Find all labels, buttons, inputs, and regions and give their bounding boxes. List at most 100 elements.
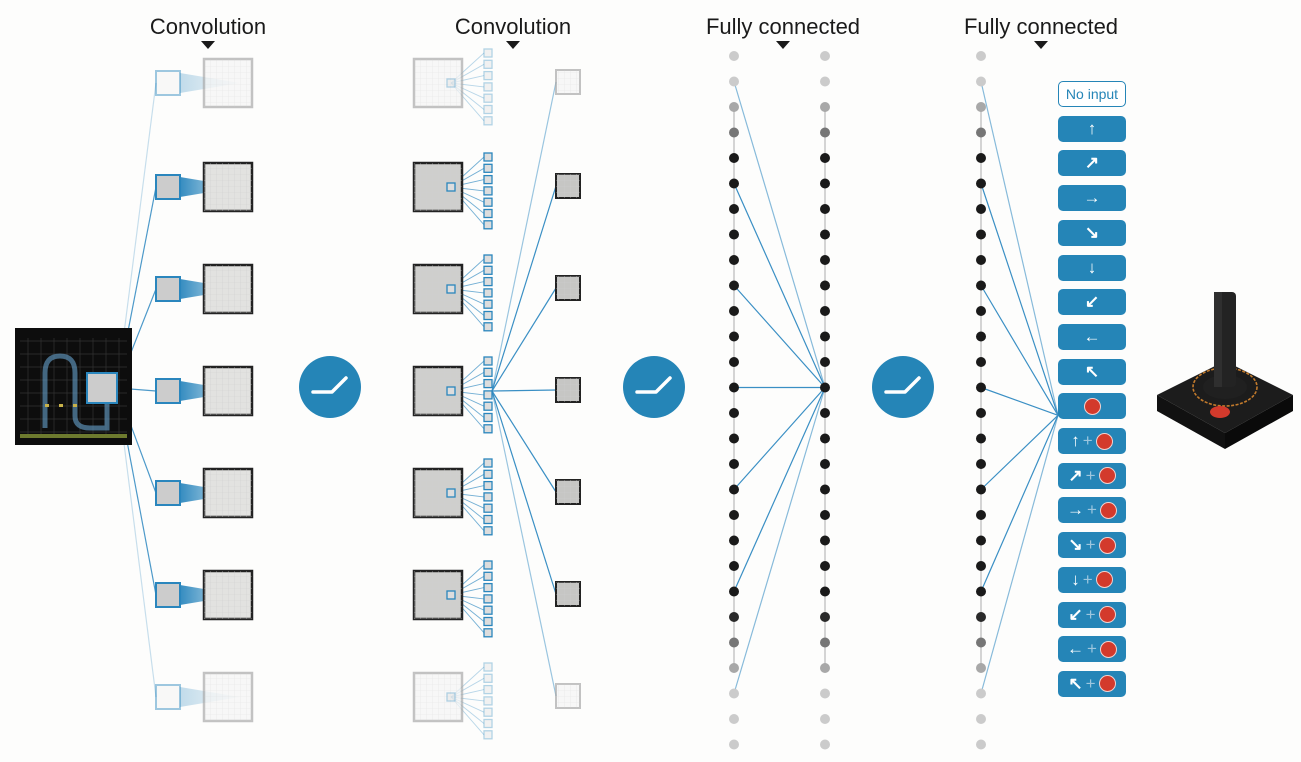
action-button[interactable] [1058, 393, 1126, 420]
kernel-square [483, 152, 493, 162]
action-button[interactable]: ↖ + [1058, 670, 1126, 697]
fc2-node [976, 229, 986, 240]
direction-arrow-icon: ↑ [1087, 118, 1097, 138]
action-button[interactable]: → + [1058, 497, 1126, 524]
fc1-input-node [729, 280, 739, 291]
action-button[interactable]: ↑ [1058, 115, 1126, 142]
kernel-square [483, 288, 493, 298]
fc1-input-node [729, 714, 739, 724]
kernel-square [483, 48, 493, 58]
game-ground [20, 434, 127, 438]
action-button[interactable]: ↗ [1058, 150, 1126, 177]
game-item [45, 404, 49, 407]
map-to-output-line [491, 390, 557, 595]
feature-map-grid [204, 265, 252, 313]
fc1-input-node [729, 612, 739, 622]
plus-sign: + [1085, 673, 1096, 693]
action-label: No input [1065, 86, 1119, 102]
fc1-input-node [729, 408, 739, 418]
fc1-output-node [820, 357, 830, 367]
fc1-input-node [729, 663, 739, 673]
fc1-output-node [820, 51, 830, 61]
action-button[interactable]: ← + [1058, 636, 1126, 663]
kernel-center [446, 182, 456, 192]
output-map-grid [556, 174, 580, 198]
fc1-output-node [820, 714, 830, 724]
fc1-output-node [820, 688, 830, 699]
fc2-node [976, 280, 986, 291]
action-button[interactable]: ↑ + [1058, 428, 1126, 454]
kernel-square [483, 707, 493, 717]
action-button[interactable]: ↖ [1058, 358, 1126, 385]
fc1-output-node [820, 433, 830, 444]
output-map-grid [556, 276, 580, 300]
kernel-square [483, 220, 493, 230]
kernel-square [483, 276, 493, 287]
caret-down-icon [506, 41, 520, 49]
feature-map-grid [204, 469, 252, 517]
kernel-square [483, 254, 493, 264]
fc1-output-node [820, 663, 830, 673]
fc1-output-node [820, 637, 830, 648]
feature-map-grid [204, 673, 252, 721]
fc1-input-node [729, 255, 739, 265]
fire-button-icon [1099, 640, 1117, 658]
fc1-output-node [820, 612, 830, 622]
action-button[interactable]: ↓ [1058, 254, 1126, 281]
fc1-input-node [729, 178, 739, 189]
fc2-node [976, 459, 986, 469]
fc1-input-node [729, 739, 739, 750]
joystick-fire-button [1210, 406, 1230, 418]
kernel-square [483, 628, 493, 638]
fc1-output-node [820, 229, 830, 240]
kernel-square [483, 412, 493, 423]
direction-arrow-icon: → [1083, 188, 1101, 208]
output-map-grid [556, 70, 580, 94]
kernel-square [483, 390, 493, 400]
feature-map-grid [204, 571, 252, 619]
kernel-square [483, 616, 493, 627]
kernel-square [483, 560, 493, 570]
action-button[interactable]: ↘ + [1058, 532, 1126, 559]
action-button[interactable]: ↙ [1058, 289, 1126, 316]
kernel-square [483, 458, 493, 468]
fc2-node [976, 739, 986, 750]
fc2-node [976, 484, 986, 495]
relu-activation-icon [299, 356, 361, 418]
stage-title: Convolution [454, 14, 572, 39]
stage-title: Convolution [149, 14, 267, 39]
feature-map-grid [204, 59, 252, 107]
fc1-connection [733, 387, 826, 694]
fc1-output-node [820, 739, 830, 750]
direction-arrow-icon: ↓ [1087, 257, 1097, 277]
filter-square [155, 684, 181, 710]
action-button[interactable]: ↗ + [1058, 462, 1126, 489]
map-to-output-line [491, 81, 557, 392]
fc1-output-node [820, 280, 830, 291]
fc2-connection [980, 81, 1059, 416]
fc2-node [976, 586, 986, 597]
plus-sign: + [1082, 569, 1093, 589]
action-button[interactable]: ↘ [1058, 219, 1126, 246]
plus-sign: + [1087, 639, 1097, 659]
direction-arrow-icon: ↗ [1084, 153, 1100, 173]
direction-arrow-icon: ↖ [1084, 361, 1100, 381]
action-button[interactable]: ↙ + [1058, 601, 1126, 628]
kernel-center [446, 386, 456, 396]
plus-sign: + [1082, 431, 1093, 450]
fc2-node [976, 306, 986, 316]
fc1-output-node [820, 510, 830, 520]
kernel-square [483, 514, 493, 525]
action-button[interactable]: No input [1058, 81, 1126, 107]
fc2-connection [980, 386, 1059, 416]
fc1-connection [733, 387, 826, 592]
kernel-square [483, 684, 493, 695]
output-map-grid [556, 684, 580, 708]
action-button[interactable]: ← [1058, 323, 1126, 350]
fc1-input-node [729, 535, 739, 546]
feature-map-grid [204, 367, 252, 415]
fc1-output-node [820, 153, 830, 163]
kernel-square [483, 116, 493, 126]
action-button[interactable]: ↓ + [1058, 566, 1126, 593]
action-button[interactable]: → [1058, 185, 1126, 212]
